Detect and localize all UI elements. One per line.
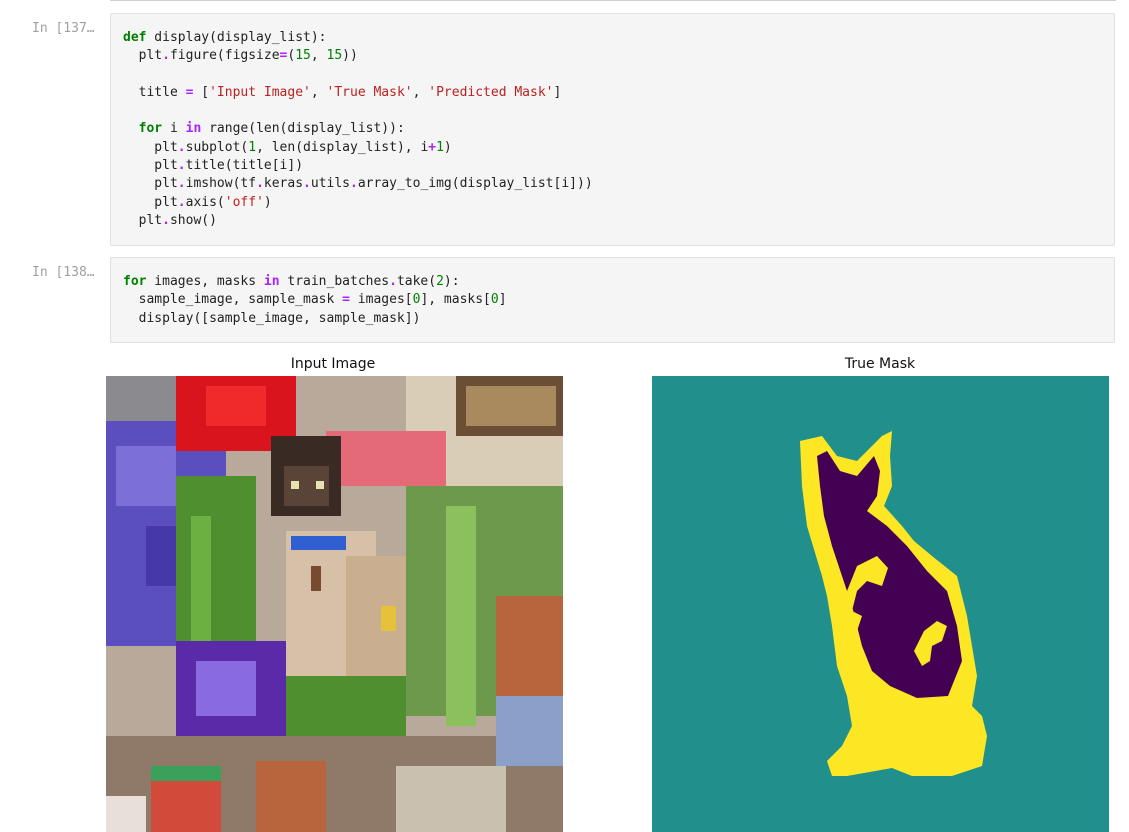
- input-image: [106, 376, 563, 832]
- code-token: .: [350, 176, 358, 192]
- code-editor[interactable]: def display(display_list): plt.figure(fi…: [110, 13, 1115, 246]
- code-token: def: [123, 30, 147, 45]
- code-token: for: [123, 274, 147, 289]
- code-token: .: [177, 194, 186, 210]
- code-token: 1: [248, 139, 257, 155]
- code-token: plt: [123, 212, 163, 228]
- code-cell-137[interactable]: In [137… def display(display_list): plt.…: [0, 13, 1129, 246]
- code-token: plt: [123, 48, 163, 64]
- code-token: for: [138, 121, 163, 137]
- code-token: title: [123, 84, 186, 100]
- code-token: ]: [553, 84, 562, 100]
- code-token: 0: [490, 292, 499, 308]
- code-token: ): [263, 194, 272, 210]
- code-token: display(display_list):: [146, 30, 327, 45]
- code-token: subplot(: [185, 139, 249, 155]
- code-token: ], masks[: [420, 292, 491, 308]
- code-token: display([sample_image, sample_mask]): [123, 310, 421, 326]
- code-token: 15: [295, 48, 311, 64]
- code-token: 2: [436, 274, 444, 289]
- code-token: =: [342, 292, 350, 308]
- code-token: 'off': [224, 194, 264, 210]
- code-token: axis(: [185, 194, 225, 210]
- code-token: train_batches: [279, 274, 390, 289]
- code-token: .: [256, 176, 264, 192]
- code-token: 'Input Image': [209, 84, 311, 100]
- code-token: .: [177, 158, 186, 174]
- code-token: utils: [310, 176, 351, 192]
- code-token: .: [177, 139, 186, 155]
- code-token: ,: [310, 48, 327, 64]
- code-token: ): [443, 139, 452, 155]
- code-editor[interactable]: for images, masks in train_batches.take(…: [110, 257, 1115, 343]
- code-line: plt.subplot(1, len(display_list), i+1): [123, 139, 1102, 157]
- code-line: def display(display_list):: [123, 29, 1102, 47]
- code-token: images[: [349, 292, 413, 308]
- code-token: show(): [169, 212, 217, 228]
- code-cell-138[interactable]: In [138… for images, masks in train_batc…: [0, 257, 1129, 343]
- code-token: .: [389, 274, 397, 289]
- segmentation-mask: [652, 376, 1109, 832]
- code-token: ]: [498, 292, 507, 308]
- code-token: take(: [396, 274, 437, 289]
- code-token: 'Predicted Mask': [428, 84, 554, 100]
- code-line: plt.show(): [123, 212, 1102, 230]
- code-token: figure(figsize: [169, 48, 280, 64]
- code-token: , len(display_list), i: [256, 139, 429, 155]
- code-token: +: [428, 139, 437, 155]
- code-line: for i in range(len(display_list)):: [123, 120, 1102, 138]
- code-line: for images, masks in train_batches.take(…: [123, 273, 1102, 291]
- true-mask-image: [652, 376, 1109, 832]
- code-token: plt: [123, 194, 178, 210]
- code-token: sample_image, sample_mask: [123, 292, 343, 308]
- code-token: .: [177, 176, 186, 192]
- cell-prompt: In [137…: [32, 21, 95, 36]
- code-line: sample_image, sample_mask = images[ 0], m…: [123, 291, 1102, 309]
- code-line: plt.axis('off'): [123, 194, 1102, 212]
- code-token: ):: [443, 274, 460, 289]
- input-image-title: Input Image: [290, 356, 376, 372]
- code-token: plt: [123, 139, 178, 155]
- code-token: in: [185, 121, 202, 137]
- code-token: keras: [263, 176, 304, 192]
- code-token: 'True Mask': [326, 84, 413, 100]
- code-token: title(title[i]): [185, 158, 304, 174]
- code-token: .: [162, 48, 170, 64]
- code-line: plt.imshow(tf.keras.utils.array_to_img(d…: [123, 175, 1102, 193]
- code-token: [: [193, 84, 210, 100]
- cat-photo-image: [106, 376, 563, 832]
- true-mask-title: True Mask: [844, 356, 916, 372]
- cell-prompt: In [138…: [32, 265, 95, 280]
- code-token: plt: [123, 158, 178, 174]
- code-token: )): [342, 48, 358, 64]
- code-token: i: [162, 121, 186, 137]
- code-line: plt.title(title[i]): [123, 157, 1102, 175]
- code-token: range(len(display_list)):: [201, 121, 405, 137]
- code-line: display([sample_image, sample_mask]): [123, 310, 1102, 328]
- code-token: images, masks: [146, 274, 264, 289]
- code-token: 1: [436, 139, 444, 155]
- code-token: 15: [326, 48, 343, 64]
- code-token: .: [162, 212, 170, 228]
- code-token: imshow(tf: [185, 176, 257, 192]
- code-token: plt: [123, 176, 178, 192]
- code-token: ,: [310, 84, 327, 100]
- code-token: in: [263, 274, 280, 289]
- code-line: title = ['Input Image', 'True Mask', 'Pr…: [123, 84, 1102, 102]
- code-token: .: [303, 176, 311, 192]
- code-line: plt.figure(figsize=(15, 15)): [123, 47, 1102, 65]
- code-token: ,: [412, 84, 429, 100]
- previous-cell-border: [110, 0, 1116, 1]
- code-token: array_to_img(display_list[i])): [357, 176, 593, 192]
